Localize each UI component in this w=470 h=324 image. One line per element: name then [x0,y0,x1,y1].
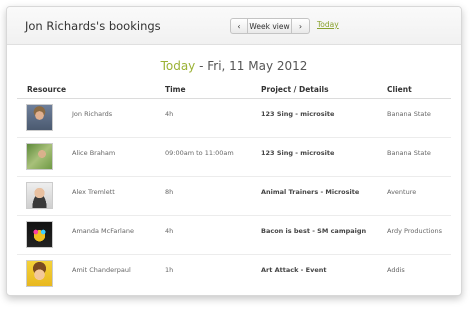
table-row[interactable]: Alex Tremlett 8h Animal Trainers - Micro… [17,177,451,216]
booking-time: 09:00am to 11:00am [165,149,234,157]
project-details[interactable]: 123 Sing - microsite [261,110,334,118]
booking-time: 4h [165,227,174,235]
client-name: Aventure [387,188,417,196]
table-row[interactable]: Amanda McFarlane 4h Bacon is best - SM c… [17,216,451,255]
booking-time: 8h [165,188,174,196]
page-title: Jon Richards's bookings [25,19,161,33]
table-row[interactable]: Jon Richards 4h 123 Sing - microsite Ban… [17,99,451,138]
panel-header: Jon Richards's bookings ‹ Week view › To… [7,7,461,45]
resource-name: Amanda McFarlane [72,227,134,235]
bookings-panel: Jon Richards's bookings ‹ Week view › To… [6,6,462,296]
view-navigation: ‹ Week view › [230,18,310,34]
week-view-button[interactable]: Week view [248,18,292,34]
table-row[interactable]: Amit Chanderpaul 1h Art Attack - Event A… [17,255,451,294]
client-name: Addis [387,266,405,274]
column-header-resource: Resource [27,85,67,94]
resource-name: Jon Richards [72,110,113,118]
client-name: Banana State [387,110,431,118]
column-header-client: Client [387,85,412,94]
column-header-time: Time [165,85,186,94]
column-header-project: Project / Details [261,85,329,94]
avatar [26,182,53,209]
booking-time: 1h [165,266,174,274]
date-heading-date: - Fri, 11 May 2012 [195,59,308,73]
avatar [26,143,53,170]
client-name: Banana State [387,149,431,157]
resource-name: Alex Tremlett [72,188,115,196]
avatar [26,260,53,287]
date-heading: Today - Fri, 11 May 2012 [7,59,461,73]
project-details[interactable]: 123 Sing - microsite [261,149,334,157]
resource-name: Alice Braham [72,149,116,157]
client-name: Ardy Productions [387,227,443,235]
project-details[interactable]: Art Attack - Event [261,266,326,274]
booking-time: 4h [165,110,174,118]
previous-button[interactable]: ‹ [230,18,248,34]
project-details[interactable]: Bacon is best - SM campaign [261,227,366,235]
table-row[interactable]: Alice Braham 09:00am to 11:00am 123 Sing… [17,138,451,177]
avatar [26,221,53,248]
project-details[interactable]: Animal Trainers - Microsite [261,188,359,196]
date-heading-today: Today [160,59,196,73]
avatar [26,104,53,131]
today-link[interactable]: Today [317,20,339,29]
next-button[interactable]: › [292,18,310,34]
resource-name: Amit Chanderpaul [72,266,131,274]
